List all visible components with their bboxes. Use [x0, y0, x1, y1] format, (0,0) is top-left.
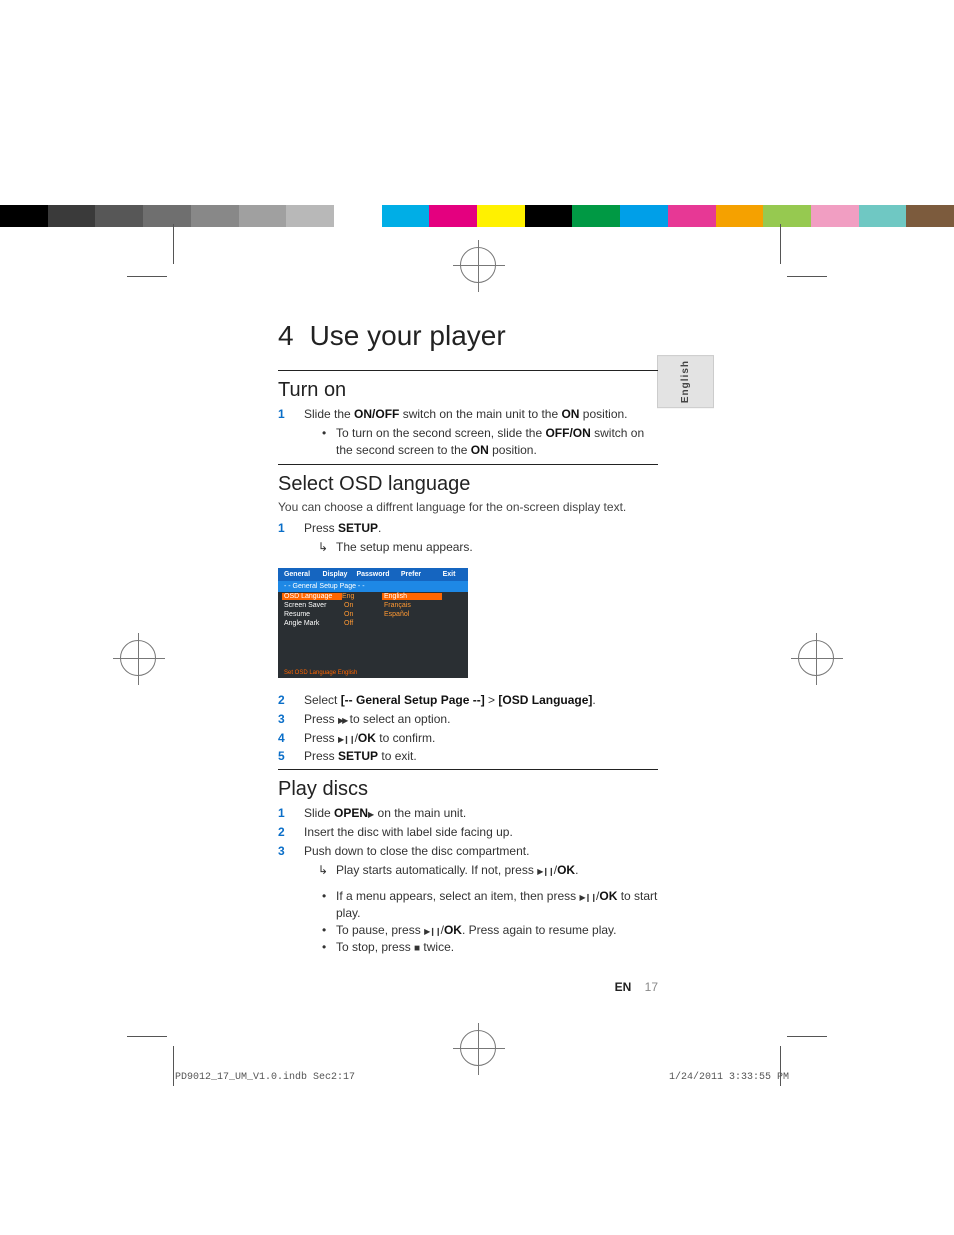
color-swatch [429, 205, 477, 227]
osd-tab: Prefer [392, 568, 430, 581]
color-swatch [859, 205, 907, 227]
registration-mark-left [120, 640, 156, 676]
language-tab: English [657, 355, 714, 408]
osd-row: ResumeOnEspañol [278, 610, 468, 619]
rule [278, 370, 658, 371]
color-swatch [382, 205, 430, 227]
substep: To pause, press /OK. Press again to resu… [322, 922, 658, 939]
play-pause-icon [424, 923, 441, 937]
color-swatch [525, 205, 573, 227]
step: 4 Press /OK to confirm. [278, 730, 658, 747]
color-swatch [95, 205, 143, 227]
color-swatch [763, 205, 811, 227]
substep: To turn on the second screen, slide the … [322, 425, 658, 459]
osd-steps-cont: 2 Select [-- General Setup Page --] > [O… [278, 692, 658, 765]
registration-mark-bottom [460, 1030, 496, 1066]
osd-tab: Password [354, 568, 392, 581]
step: 1 Press SETUP. The setup menu appears. [278, 520, 658, 558]
osd-tab: Exit [430, 568, 468, 581]
osd-tab: Display [316, 568, 354, 581]
rule [278, 769, 658, 770]
rule [278, 464, 658, 465]
color-swatch [572, 205, 620, 227]
color-swatch [811, 205, 859, 227]
color-swatch [143, 205, 191, 227]
color-swatch [0, 205, 48, 227]
osd-subhead: - - General Setup Page - - [278, 581, 468, 592]
section-osd-heading: Select OSD language [278, 473, 658, 496]
crop-mark-bl [155, 1018, 215, 1078]
turn-on-steps: 1 Slide the ON/OFF switch on the main un… [278, 406, 658, 460]
color-swatch [334, 205, 382, 227]
chapter-number: 4 [278, 320, 294, 352]
color-swatch [668, 205, 716, 227]
chapter-heading: 4 Use your player [278, 320, 658, 352]
play-pause-icon [537, 863, 554, 877]
osd-screenshot: GeneralDisplayPasswordPreferExit - - Gen… [278, 568, 468, 678]
color-swatch [239, 205, 287, 227]
chapter-title: Use your player [310, 320, 506, 352]
substep: If a menu appears, select an item, then … [322, 888, 658, 922]
osd-row: OSD LanguageEngEnglish [278, 592, 468, 601]
color-swatch [906, 205, 954, 227]
step: 3 Push down to close the disc compartmen… [278, 843, 658, 958]
color-swatch [716, 205, 764, 227]
osd-row: Screen SaverOnFrançais [278, 601, 468, 610]
crop-mark-br [739, 1018, 799, 1078]
crop-mark-tr [739, 234, 799, 294]
registration-mark-right [798, 640, 834, 676]
osd-row: Angle MarkOff [278, 619, 468, 628]
osd-footer-text: Set OSD Language English [284, 670, 357, 676]
imprint-timestamp: 1/24/2011 3:33:55 PM [669, 1072, 789, 1083]
step: 5 Press SETUP to exit. [278, 748, 658, 765]
step: 2 Insert the disc with label side facing… [278, 824, 658, 841]
play-pause-icon [338, 731, 355, 745]
section-play-heading: Play discs [278, 778, 658, 801]
play-pause-icon [579, 889, 596, 903]
page-content: 4 Use your player Turn on 1 Slide the ON… [278, 320, 658, 962]
footer-lang: EN [615, 980, 632, 994]
play-steps: 1 Slide OPEN on the main unit. 2 Insert … [278, 805, 658, 958]
substep: To stop, press twice. [322, 939, 658, 956]
crop-mark-tl [155, 234, 215, 294]
color-swatch [620, 205, 668, 227]
osd-intro: You can choose a diffrent language for t… [278, 500, 658, 514]
step: 1 Slide OPEN on the main unit. [278, 805, 658, 822]
registration-mark-top [460, 247, 496, 283]
osd-tab: General [278, 568, 316, 581]
color-swatch [286, 205, 334, 227]
color-calibration-bar [0, 205, 954, 227]
step: 3 Press to select an option. [278, 711, 658, 728]
color-swatch [191, 205, 239, 227]
imprint-file: PD9012_17_UM_V1.0.indb Sec2:17 [175, 1072, 355, 1083]
page-footer: EN 17 [278, 980, 658, 994]
osd-steps: 1 Press SETUP. The setup menu appears. [278, 520, 658, 558]
step: 1 Slide the ON/OFF switch on the main un… [278, 406, 658, 460]
color-swatch [477, 205, 525, 227]
step: 2 Select [-- General Setup Page --] > [O… [278, 692, 658, 709]
substep: The setup menu appears. [322, 539, 658, 556]
substep: Play starts automatically. If not, press… [322, 862, 658, 879]
footer-page-number: 17 [645, 980, 658, 994]
color-swatch [48, 205, 96, 227]
section-turn-on-heading: Turn on [278, 379, 658, 402]
